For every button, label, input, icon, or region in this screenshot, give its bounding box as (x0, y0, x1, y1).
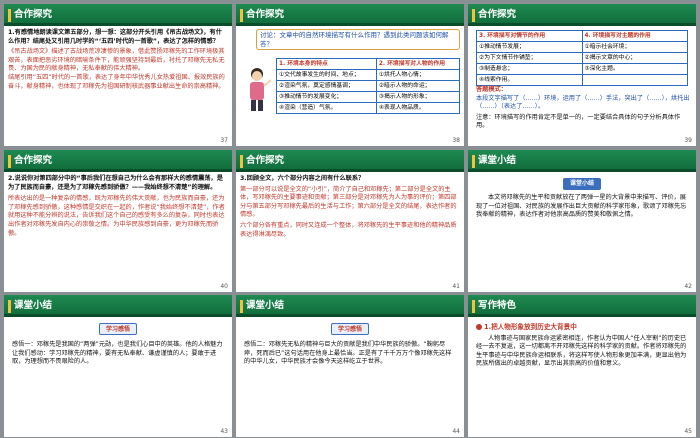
col2-head: 4. 环境描写对主题的作用 (581, 30, 688, 42)
slide-body: 3.回顾全文，六个部分内容之间有什么联系？ 第一部分可以说是全文的“小引”，简介… (240, 175, 460, 239)
c2-1: ②揭示文章的中心； (581, 52, 688, 64)
slide-37[interactable]: 合作探究 1.有感情地朗读课文第五部分，想一想：这部分开头引用《吊古战场文》，有… (4, 4, 232, 146)
insight-text: 感悟一：邓稼先是我国的“两弹”元勋，也是我们心目中的英雄。他的人格魅力让我们感动… (12, 341, 223, 366)
slide-number: 37 (220, 137, 228, 144)
slide-body: 讨论：文章中的自然环境描写有什么作用？遇到此类问题该如何解答？ (256, 29, 460, 51)
slide-39[interactable]: 合作探究 3. 环境描写对情节的作用 4. 环境描写对主题的作用 ①推动情节发展… (468, 4, 696, 146)
slide-header: 合作探究 (4, 150, 232, 172)
feature-text: 人物事迹与国家民族命运紧密相连，作者认为中国人“任人宰割”的历史已经一去不复返，… (476, 334, 687, 368)
answer: 所表达出的是一种复杂的情感，既为邓稼先的伟大贡献，也为民族而自豪，还为了邓稼先感… (8, 195, 225, 237)
slide-body: 1.有感情地朗读课文第五部分，想一想：这部分开头引用《吊古战场文》，有什么作用？… (8, 29, 228, 91)
summary-tag: 课堂小结 (563, 178, 601, 190)
table-wrap: 1. 环境本身的特点 2. 环境描写对人物的作用 ①交代故事发生的时间、地点； ①… (276, 58, 461, 114)
question: 2.说说你对第四部分中的“事后我们在想自己为什么会有那样大的感情震荡，是为了民族… (8, 175, 223, 191)
c2-2: ③揭示人物的形象； (375, 91, 461, 103)
slide-number: 44 (452, 428, 460, 435)
c2-0: ①暗示社会环境； (581, 41, 688, 53)
slide-body: 2.说说你对第四部分中的“事后我们在想自己为什么会有那样大的感情震荡，是为了民族… (8, 175, 228, 238)
c1-2: ③推动情节的发展变化； (276, 91, 377, 103)
slide-43[interactable]: 课堂小结 学习感悟 感悟一：邓稼先是我国的“两弹”元勋，也是我们心目中的英雄。他… (4, 295, 232, 437)
effect-table: 3. 环境描写对情节的作用 4. 环境描写对主题的作用 ①推动情节发展； ①暗示社… (476, 30, 688, 86)
slide-38[interactable]: 合作探究 讨论：文章中的自然环境描写有什么作用？遇到此类问题该如何解答？ 1. … (236, 4, 464, 146)
c1-0: ①交代故事发生的时间、地点； (276, 69, 377, 81)
slide-40[interactable]: 合作探究 2.说说你对第四部分中的“事后我们在想自己为什么会有那样大的感情震荡，… (4, 150, 232, 292)
bullet-icon (476, 324, 482, 330)
slide-header: 写作特色 (468, 295, 696, 317)
question: 3.回顾全文，六个部分内容之间有什么联系？ (240, 175, 365, 182)
slide-number: 38 (452, 137, 460, 144)
slide-header: 合作探究 (4, 4, 232, 26)
c1-2: ③制造悬念； (476, 63, 583, 75)
slide-number: 42 (684, 283, 692, 290)
c2-0: ①烘托人物心情； (375, 69, 461, 81)
insight-tag: 学习感悟 (331, 323, 369, 335)
slide-body: 答题模式： 本段文字描写了（……）环境，运用了（……）手法，突出了（……），烘托… (476, 86, 690, 131)
slide-body: 感悟一：邓稼先是我国的“两弹”元勋，也是我们心目中的英雄。他的人格魅力让我们感动… (12, 341, 224, 367)
insight-tag: 学习感悟 (99, 323, 137, 335)
col1-head: 3. 环境描写对情节的作用 (476, 30, 583, 42)
effect-table: 1. 环境本身的特点 2. 环境描写对人物的作用 ①交代故事发生的时间、地点； ①… (276, 58, 461, 114)
slide-number: 45 (684, 428, 692, 435)
c2-3: ④表现人物品质。 (375, 102, 461, 114)
slide-41[interactable]: 合作探究 3.回顾全文，六个部分内容之间有什么联系？ 第一部分可以说是全文的“小… (236, 150, 464, 292)
teacher-figure (250, 68, 272, 111)
answer-mode-title: 答题模式： (476, 86, 507, 93)
answer: 《吊古战场文》描述了古战场荒凉凄惨的景象，借此赞扬邓稼先的工作环境极其艰苦，表面… (8, 48, 225, 73)
c1-3: ④渲染（营造）气氛。 (276, 102, 377, 114)
slide-body: 本文将邓稼先的生平和贡献放在了两弹一星的大背景中来描写、评价，展现了一位对祖国、… (476, 194, 688, 220)
slide-header: 课堂小结 (236, 295, 464, 317)
slide-number: 40 (220, 283, 228, 290)
col2-head: 2. 环境描写对人物的作用 (375, 58, 461, 70)
slide-header: 合作探究 (236, 4, 464, 26)
c1-1: ②渲染气氛，奠定感情基调； (276, 80, 377, 92)
c1-3: ④线索作用。 (476, 74, 583, 86)
slide-header: 课堂小结 (468, 150, 696, 172)
slide-45[interactable]: 写作特色 1.把人物形象放到历史大背景中 人物事迹与国家民族命运紧密相连，作者认… (468, 295, 696, 437)
answer-note: 六个部分各有重点，同时又连成一个整体，将邓稼先的生平事迹和他的精神品质表达得淋漓… (240, 221, 457, 238)
slide-header: 课堂小结 (4, 295, 232, 317)
slide-number: 39 (684, 137, 692, 144)
note: 注意：环境描写的作用肯定不是单一的，一定要结合具体的句子分析具体作用。 (476, 113, 681, 130)
slide-number: 43 (220, 428, 228, 435)
answer-mode: 本段文字描写了（……）环境，运用了（……）手法，突出了（……），烘托出（……）（… (476, 94, 690, 111)
slide-header: 合作探究 (468, 4, 696, 26)
slide-number: 41 (452, 283, 460, 290)
table-wrap: 3. 环境描写对情节的作用 4. 环境描写对主题的作用 ①推动情节发展； ①暗示社… (476, 30, 688, 86)
summary-text: 本文将邓稼先的生平和贡献放在了两弹一星的大背景中来描写、评价，展现了一位对祖国、… (476, 194, 687, 219)
discussion-question: 讨论：文章中的自然环境描写有什么作用？遇到此类问题该如何解答？ (256, 29, 460, 51)
c1-1: ②为下文情节作铺垫； (476, 52, 583, 64)
c1-0: ①推动情节发展； (476, 41, 583, 53)
c2-1: ②暗示人物的命运； (375, 80, 461, 92)
slide-body: 感悟二：邓稼先无私的精神与巨大的贡献是我们中华民族的骄傲。“鞠躬尽瘁，死而后已”… (244, 341, 456, 367)
slide-body: 1.把人物形象放到历史大背景中 人物事迹与国家民族命运紧密相连，作者认为中国人“… (476, 323, 690, 369)
c2-2: ③深化主题。 (581, 63, 688, 75)
col1-head: 1. 环境本身的特点 (276, 58, 377, 70)
answer: 第一部分可以说是全文的“小引”，简介了自己和邓稼先；第二部分是全文的主体，写邓稼… (240, 185, 457, 219)
insight-text: 感悟二：邓稼先无私的精神与巨大的贡献是我们中华民族的骄傲。“鞠躬尽瘁，死而后已”… (244, 341, 452, 366)
feature-heading: 1.把人物形象放到历史大背景中 (476, 323, 690, 332)
slide-42[interactable]: 课堂小结 课堂小结 本文将邓稼先的生平和贡献放在了两弹一星的大背景中来描写、评价… (468, 150, 696, 292)
answer-2: 结尾引用“五四”时代的一首歌，表达了身年中华优秀儿女热爱祖国、报效民族的奋斗，献… (8, 73, 225, 90)
question: 1.有感情地朗读课文第五部分，想一想：这部分开头引用《吊古战场文》，有什么作用？… (8, 29, 222, 45)
slide-44[interactable]: 课堂小结 学习感悟 感悟二：邓稼先无私的精神与巨大的贡献是我们中华民族的骄傲。“… (236, 295, 464, 437)
slide-header: 合作探究 (236, 150, 464, 172)
